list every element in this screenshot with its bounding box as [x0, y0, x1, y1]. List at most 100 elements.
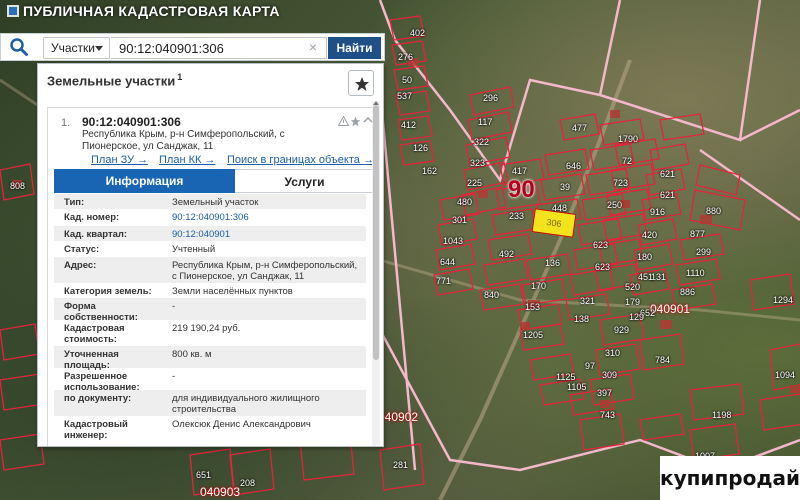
info-row: Кадастровый инженер: Олексюк Денис Алекса… — [54, 416, 366, 441]
star-outline-icon[interactable] — [350, 116, 361, 127]
parcel-number-label: 644 — [440, 257, 456, 267]
parcel-number-label: 276 — [398, 52, 414, 62]
info-value[interactable]: 90:12:040901:306 — [172, 212, 364, 223]
search-icon[interactable] — [9, 37, 29, 57]
info-row: Статус: Учтенный — [54, 241, 366, 257]
info-value: Олексюк Денис Александрович — [172, 419, 311, 430]
parcel-number-label: 808 — [10, 181, 26, 191]
parcel-number-label: 299 — [696, 247, 712, 257]
info-row: по документу: для индивидуального жилищно… — [54, 390, 366, 416]
parcel-number-label: 743 — [600, 410, 616, 420]
warning-icon[interactable] — [338, 116, 349, 126]
info-row: Адрес: Республика Крым, р-н Симферопольск… — [54, 257, 366, 283]
parcel-number-label: 1198 — [712, 410, 732, 420]
card-tabs: Информация Услуги — [54, 169, 375, 193]
parcel-number-label: 480 — [457, 197, 473, 207]
search-bar: Участки × Найти — [0, 33, 385, 61]
parcel-number-label: 840 — [484, 290, 500, 300]
search-in-bounds-link[interactable]: Поиск в границах объекта → — [227, 154, 374, 166]
info-key: Категория земель: — [64, 286, 152, 297]
tab-services[interactable]: Услуги — [235, 169, 375, 193]
parcel-number-label: 623 — [593, 240, 609, 250]
favorite-button[interactable] — [348, 70, 374, 96]
parcel-number-label: 420 — [642, 230, 658, 240]
star-icon — [355, 77, 369, 91]
block-number-label: 90 — [508, 176, 535, 203]
parcel-number-label: 170 — [531, 281, 547, 291]
parcel-number-label: 451 — [638, 272, 654, 282]
parcel-number-label: 296 — [483, 93, 499, 103]
parcel-number-label: 180 — [637, 252, 653, 262]
parcel-number-label: 1125 — [556, 372, 576, 382]
parcel-number-label: 621 — [660, 169, 676, 179]
info-row: Кадастровая стоимость: 219 190,24 руб. — [54, 320, 366, 346]
search-input[interactable] — [111, 37, 327, 59]
parcel-number-label: 784 — [655, 355, 671, 365]
tab-information[interactable]: Информация — [54, 169, 235, 193]
parcel-number-label: 1105 — [567, 382, 587, 392]
info-value: - — [172, 301, 176, 312]
parcel-number-label: 448 — [552, 203, 568, 213]
quarter-label: 040901 — [650, 302, 691, 316]
parcel-number-label: 929 — [614, 325, 630, 335]
info-key: Кадастровая стоимость: — [64, 323, 125, 345]
info-row: Кад. квартал: 90:12:040901 — [54, 226, 366, 241]
parcel-number-label: 1110 — [686, 268, 705, 278]
parcel-number-label: 322 — [474, 137, 490, 147]
parcel-number-label: 136 — [545, 258, 561, 268]
parcel-number-label: 39 — [560, 182, 571, 192]
parcel-number-label: 208 — [240, 478, 256, 488]
info-value: для индивидуального жилищного строительс… — [172, 393, 320, 415]
result-cadastral-number[interactable]: 90:12:040901:306 — [82, 115, 181, 129]
search-button[interactable]: Найти — [328, 37, 381, 59]
parcel-number-label: 771 — [436, 276, 452, 286]
result-card: 1. 90:12:040901:306 Республика Крым, р-н… — [47, 107, 375, 446]
plan-zu-link[interactable]: План ЗУ → — [91, 154, 148, 166]
chevron-down-icon — [95, 46, 103, 51]
clear-search-button[interactable]: × — [305, 40, 321, 56]
parcel-number-label: 1294 — [773, 295, 794, 305]
quarter-label: 040903 — [200, 485, 241, 499]
parcel-number-label: 301 — [452, 215, 468, 225]
parcel-number-label: 886 — [680, 287, 696, 297]
panel-title: Земельные участки 1 — [47, 72, 182, 88]
info-row: Тип: Земельный участок — [54, 194, 366, 209]
result-index: 1. — [61, 117, 71, 129]
parcel-number-label: 402 — [410, 28, 426, 38]
parcel-number-label: 323 — [470, 158, 486, 168]
plan-kk-link[interactable]: План КК → — [159, 154, 215, 166]
parcel-number-label: 72 — [622, 156, 633, 166]
parcel-number-label: 233 — [509, 211, 525, 221]
info-value[interactable]: 90:12:040901 — [172, 229, 364, 240]
parcel-number-label: 309 — [602, 370, 618, 380]
parcel-number-label: 1205 — [523, 330, 544, 340]
app-title-text: ПУБЛИЧНАЯ КАДАСТРОВАЯ КАРТА — [23, 3, 280, 19]
result-address: Республика Крым, р-н Симферопольский, с … — [82, 129, 285, 152]
info-value: Учтенный — [172, 244, 216, 255]
info-table: Тип: Земельный участок Кад. номер: 90:12:04… — [54, 194, 366, 441]
search-type-label: Участки — [51, 41, 95, 55]
parcel-number-label: 131 — [651, 272, 667, 282]
parcel-number-label: 1043 — [443, 236, 464, 246]
info-row: Категория земель: Земли населённых пункто… — [54, 283, 366, 298]
search-type-dropdown[interactable]: Участки — [43, 37, 110, 59]
info-key: по документу: — [64, 393, 132, 404]
scrollbar-thumb[interactable] — [373, 105, 379, 360]
info-row: Форма собственности: - — [54, 298, 366, 323]
quarter-label: 040902 — [378, 410, 419, 424]
parcel-number-label: 97 — [585, 361, 596, 371]
parcel-number-label: 50 — [402, 75, 413, 85]
parcel-number-label: 117 — [478, 117, 493, 127]
info-row: Разрешенное использование: - — [54, 368, 366, 393]
parcel-number-label: 179 — [625, 297, 641, 307]
parcel-number-label: 281 — [393, 460, 409, 470]
parcel-number-label: 138 — [574, 314, 590, 324]
info-value: 800 кв. м — [172, 349, 212, 360]
parcel-number-label: 412 — [401, 120, 417, 130]
info-key: Кад. квартал: — [64, 229, 128, 240]
parcel-number-label: 162 — [422, 166, 438, 176]
info-key: Кад. номер: — [64, 212, 120, 223]
parcel-number-label: 417 — [512, 166, 528, 176]
parcel-number-label: 621 — [660, 190, 676, 200]
info-key: Тип: — [64, 197, 85, 208]
